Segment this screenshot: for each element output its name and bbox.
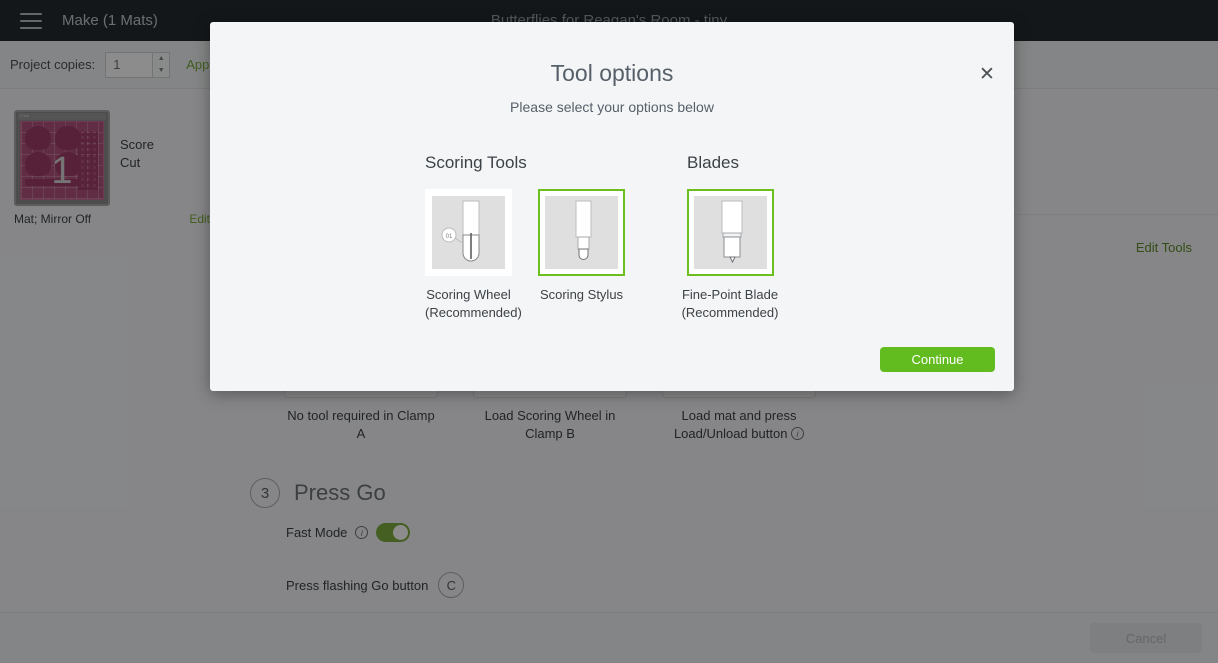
- option-label: Scoring Stylus: [539, 287, 624, 302]
- group-title: Blades: [687, 153, 739, 172]
- option-label: Scoring Wheel (Recommended): [425, 287, 522, 320]
- option-frame[interactable]: 01: [425, 189, 512, 276]
- scoring-wheel-icon: 01: [432, 196, 505, 269]
- tool-options-dialog: ✕ Tool options Please select your option…: [210, 22, 1014, 391]
- option-scoring-stylus[interactable]: Scoring Stylus: [538, 189, 625, 322]
- option-fine-point-blade[interactable]: Fine-Point Blade (Recommended): [682, 189, 778, 322]
- group-blades: Blades Fine-Point Blade (Recommended): [682, 153, 779, 322]
- option-scoring-wheel[interactable]: 01 Scoring Wheel (Recommended): [425, 189, 522, 322]
- scoring-stylus-icon: [545, 196, 618, 269]
- group-title: Scoring Tools: [425, 153, 527, 172]
- option-frame-selected[interactable]: [687, 189, 774, 276]
- group-scoring-tools: Scoring Tools 01 Scoring Wheel (Recommen…: [425, 153, 625, 322]
- option-label: Fine-Point Blade (Recommended): [681, 287, 779, 320]
- continue-button[interactable]: Continue: [880, 347, 995, 372]
- option-frame-selected[interactable]: [538, 189, 625, 276]
- svg-text:01: 01: [445, 234, 452, 240]
- tool-option-groups: Scoring Tools 01 Scoring Wheel (Recommen…: [210, 153, 1014, 322]
- close-icon[interactable]: ✕: [976, 64, 998, 86]
- dialog-title: Tool options: [550, 60, 674, 86]
- fine-point-blade-icon: [694, 196, 767, 269]
- dialog-subtitle: Please select your options below: [510, 99, 714, 115]
